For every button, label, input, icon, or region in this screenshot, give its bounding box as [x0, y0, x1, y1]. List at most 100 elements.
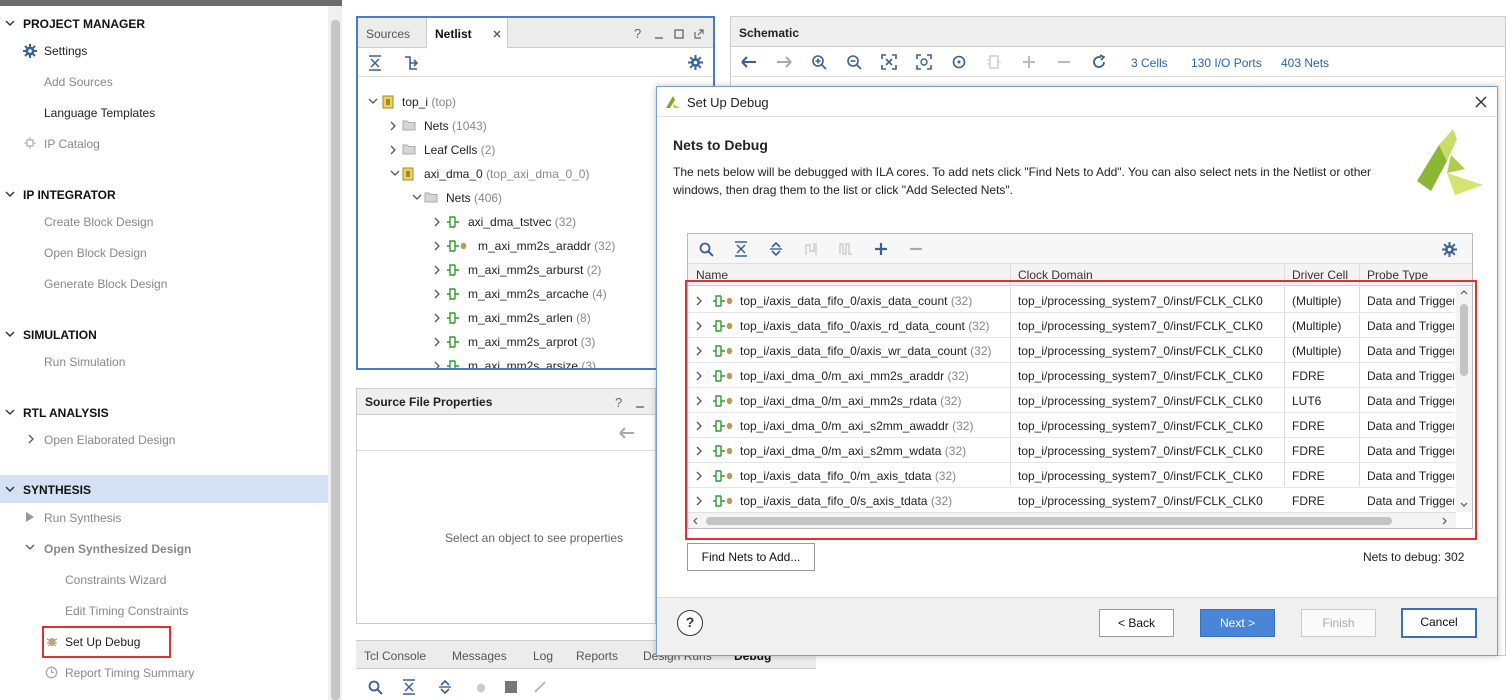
tree-node-name: m_axi_mm2s_arsize: [468, 359, 579, 368]
waveform-icon[interactable]: [839, 241, 853, 257]
flow-item-generate-block-design[interactable]: Generate Block Design: [0, 273, 328, 295]
flow-item-language-templates[interactable]: Language Templates: [0, 102, 328, 124]
chevron-right-icon[interactable]: [390, 145, 398, 155]
zoom-fit-icon[interactable]: [881, 54, 897, 70]
remove-icon[interactable]: [909, 242, 923, 256]
flow-item-label: Add Sources: [44, 75, 113, 89]
add-icon[interactable]: [874, 242, 888, 256]
edit-icon[interactable]: [533, 680, 547, 694]
bug-icon[interactable]: [474, 680, 488, 694]
flow-item-open-synthesized-design[interactable]: Open Synthesized Design: [0, 538, 328, 560]
section-rtl-analysis[interactable]: RTL ANALYSIS: [0, 398, 328, 426]
flow-item-open-elaborated-design[interactable]: Open Elaborated Design: [0, 429, 328, 451]
help-icon[interactable]: ?: [615, 395, 622, 410]
back-arrow-icon[interactable]: [741, 56, 757, 68]
section-synthesis[interactable]: SYNTHESIS: [0, 475, 328, 503]
refresh-icon[interactable]: [1091, 54, 1107, 70]
tree-node-name: Leaf Cells: [424, 143, 478, 157]
probe-icon[interactable]: [804, 241, 818, 257]
zoom-area-icon[interactable]: [916, 54, 932, 70]
grid-icon[interactable]: [504, 680, 518, 694]
flow-item-label: Open Elaborated Design: [44, 433, 176, 447]
gear-icon[interactable]: [1442, 242, 1457, 257]
zoom-out-icon[interactable]: [846, 54, 862, 70]
maximize-icon[interactable]: [674, 29, 684, 39]
cell-icon[interactable]: [986, 54, 1002, 70]
search-icon[interactable]: [368, 680, 383, 695]
collapse-all-icon[interactable]: [368, 55, 382, 71]
tab-sources[interactable]: Sources: [358, 18, 418, 48]
tab-tcl-console[interactable]: Tcl Console: [364, 649, 426, 663]
tree-node-meta: (2): [586, 263, 602, 277]
tab-netlist[interactable]: Netlist: [426, 18, 508, 48]
button-label: Finish: [1322, 616, 1355, 630]
tab-messages[interactable]: Messages: [452, 649, 507, 663]
chevron-right-icon[interactable]: [434, 337, 442, 347]
tree-node-meta: (8): [576, 311, 591, 325]
bug-icon: [460, 242, 467, 250]
minimize-icon[interactable]: [654, 30, 664, 40]
button-label: Next >: [1219, 616, 1255, 630]
flow-item-add-sources[interactable]: Add Sources: [0, 71, 328, 93]
flow-scrollbar-thumb[interactable]: [331, 20, 340, 700]
flow-item-open-block-design[interactable]: Open Block Design: [0, 242, 328, 264]
section-ip-integrator[interactable]: IP INTEGRATOR: [0, 180, 328, 208]
flow-item-label: Language Templates: [44, 106, 156, 120]
section-project-manager[interactable]: PROJECT MANAGER: [0, 9, 328, 37]
chevron-right-icon[interactable]: [434, 217, 442, 227]
cancel-button[interactable]: Cancel: [1401, 608, 1477, 638]
float-icon[interactable]: [694, 29, 704, 39]
chevron-down-icon[interactable]: [412, 194, 422, 202]
forward-arrow-icon[interactable]: [776, 56, 792, 68]
section-simulation[interactable]: SIMULATION: [0, 320, 328, 348]
chevron-down-icon[interactable]: [368, 98, 378, 106]
gear-icon[interactable]: [688, 55, 703, 70]
find-nets-to-add-button[interactable]: Find Nets to Add...: [687, 543, 815, 571]
flow-item-report-timing-summary[interactable]: Report Timing Summary: [0, 662, 328, 684]
expand-all-icon[interactable]: [438, 679, 452, 695]
flow-item-ip-catalog[interactable]: IP Catalog: [0, 133, 328, 155]
minimize-icon[interactable]: [635, 399, 645, 409]
expand-all-icon[interactable]: [769, 241, 783, 257]
netlist-tabbar: Sources Netlist ?: [358, 18, 713, 48]
flow-item-edit-timing-constraints[interactable]: Edit Timing Constraints: [0, 600, 328, 622]
next-button[interactable]: Next >: [1200, 609, 1275, 637]
nets-count-link[interactable]: 403 Nets: [1281, 56, 1329, 70]
chevron-right-icon[interactable]: [434, 361, 442, 368]
search-icon[interactable]: [699, 242, 714, 257]
chevron-right-icon[interactable]: [434, 265, 442, 275]
back-button[interactable]: < Back: [1099, 609, 1174, 637]
chevron-down-icon: [25, 544, 35, 550]
help-icon[interactable]: ?: [634, 26, 641, 41]
chevron-right-icon[interactable]: [434, 241, 442, 251]
finish-button[interactable]: Finish: [1301, 609, 1376, 637]
flow-item-settings[interactable]: Settings: [0, 40, 328, 62]
close-icon[interactable]: [493, 30, 501, 38]
tab-log[interactable]: Log: [533, 649, 553, 663]
source-file-properties-panel: Source File Properties ? Select an objec…: [356, 388, 656, 624]
chevron-right-icon[interactable]: [434, 313, 442, 323]
crosshair-icon[interactable]: [951, 54, 967, 70]
collapse-all-icon[interactable]: [402, 679, 416, 695]
flow-item-constraints-wizard[interactable]: Constraints Wizard: [0, 569, 328, 591]
flow-item-run-simulation[interactable]: Run Simulation: [0, 351, 328, 373]
chevron-down-icon[interactable]: [390, 170, 400, 178]
cells-count-link[interactable]: 3 Cells: [1131, 56, 1168, 70]
collapse-all-icon[interactable]: [734, 241, 748, 257]
tree-node-name: m_axi_mm2s_arprot: [468, 335, 578, 349]
chevron-right-icon[interactable]: [434, 289, 442, 299]
io-ports-count-link[interactable]: 130 I/O Ports: [1191, 56, 1262, 70]
expand-plus-icon[interactable]: [1021, 54, 1037, 70]
help-icon[interactable]: ?: [677, 610, 703, 636]
flow-item-run-synthesis[interactable]: Run Synthesis: [0, 507, 328, 529]
zoom-in-icon[interactable]: [811, 54, 827, 70]
collapse-minus-icon[interactable]: [1056, 54, 1072, 70]
hierarchy-icon[interactable]: [403, 55, 419, 71]
chevron-right-icon[interactable]: [390, 121, 398, 131]
flow-item-create-block-design[interactable]: Create Block Design: [0, 211, 328, 233]
close-icon[interactable]: [1475, 96, 1487, 108]
tree-node-name: axi_dma_tstvec: [468, 215, 552, 229]
back-arrow-icon[interactable]: [619, 427, 635, 439]
schematic-toolbar: 3 Cells 130 I/O Ports 403 Nets: [731, 47, 1505, 77]
tab-reports[interactable]: Reports: [576, 649, 618, 663]
